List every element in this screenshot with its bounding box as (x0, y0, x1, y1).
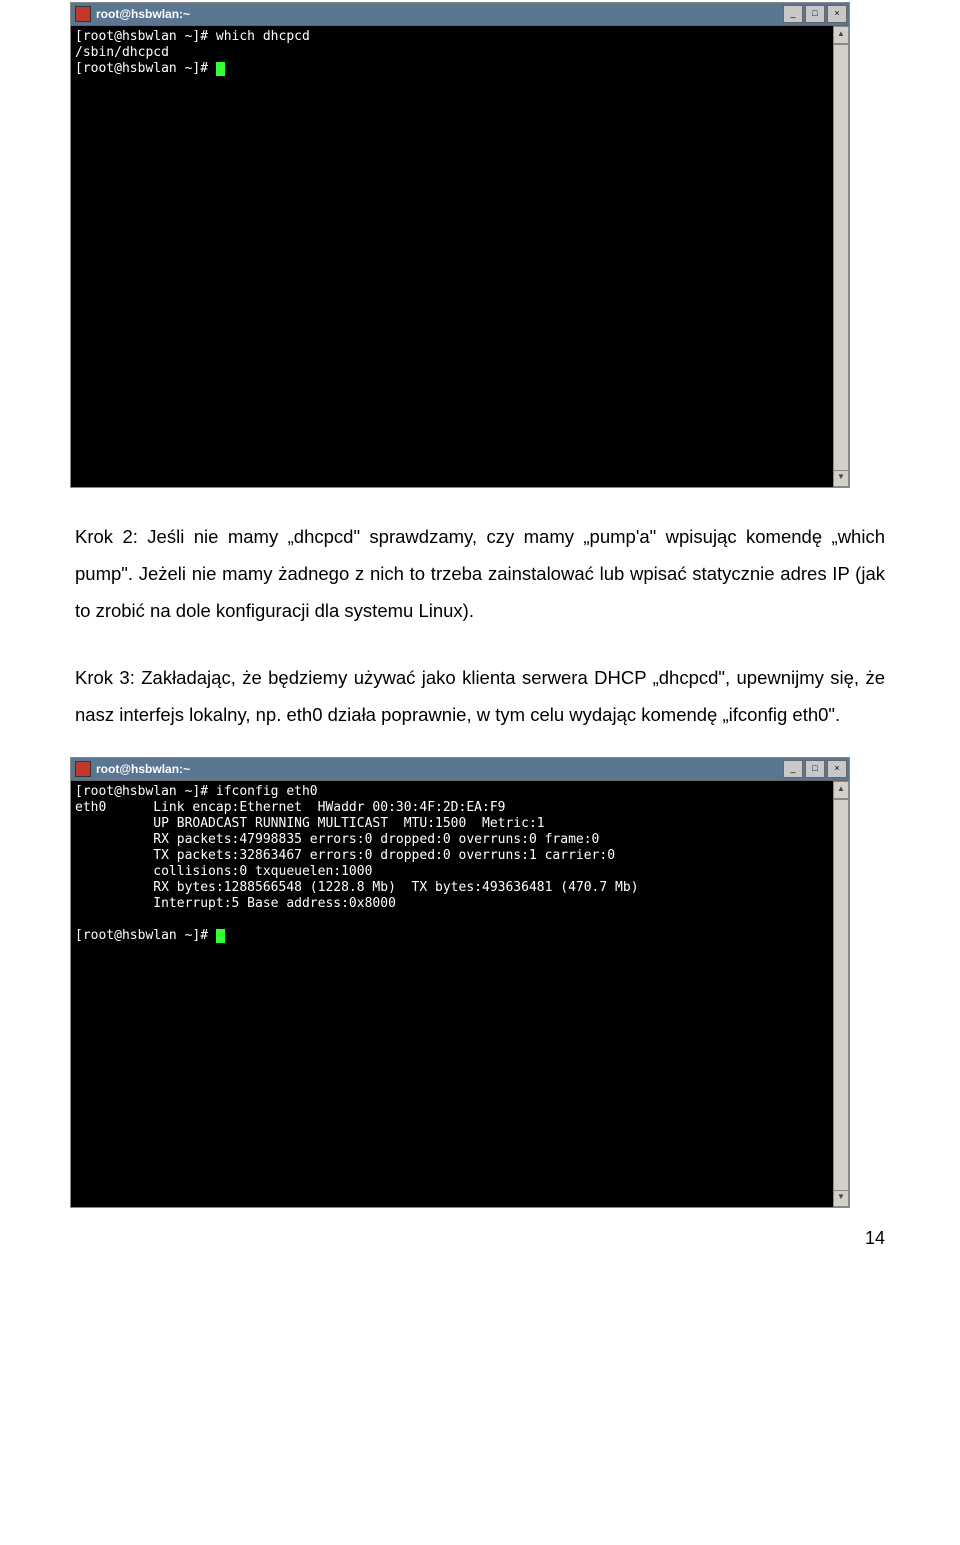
terminal-line: [root@hsbwlan ~]# (75, 61, 216, 76)
maximize-button[interactable]: □ (805, 5, 825, 23)
scrollbar[interactable]: ▲ ▼ (833, 26, 849, 487)
paragraph-step-2: Krok 2: Jeśli nie mamy „dhcpcd" sprawdza… (75, 518, 885, 629)
document-page: root@hsbwlan:~ _ □ × [root@hsbwlan ~]# w… (0, 2, 960, 1249)
terminal-line: RX bytes:1288566548 (1228.8 Mb) TX bytes… (75, 880, 639, 895)
minimize-button[interactable]: _ (783, 5, 803, 23)
terminal-line: [root@hsbwlan ~]# ifconfig eth0 (75, 784, 318, 799)
app-icon (75, 761, 91, 777)
scroll-down-icon[interactable]: ▼ (833, 1189, 849, 1207)
terminal-line: Interrupt:5 Base address:0x8000 (75, 896, 396, 911)
scrollbar[interactable]: ▲ ▼ (833, 781, 849, 1207)
terminal-line: TX packets:32863467 errors:0 dropped:0 o… (75, 848, 615, 863)
terminal-window-1: root@hsbwlan:~ _ □ × [root@hsbwlan ~]# w… (70, 2, 850, 488)
titlebar: root@hsbwlan:~ _ □ × (71, 3, 849, 26)
scroll-track[interactable] (833, 799, 849, 1189)
terminal-output[interactable]: [root@hsbwlan ~]# which dhcpcd /sbin/dhc… (71, 26, 833, 487)
terminal-line: [root@hsbwlan ~]# which dhcpcd (75, 29, 310, 44)
close-button[interactable]: × (827, 5, 847, 23)
terminal-line: RX packets:47998835 errors:0 dropped:0 o… (75, 832, 599, 847)
paragraph-step-3: Krok 3: Zakładając, że będziemy używać j… (75, 659, 885, 733)
terminal-body: [root@hsbwlan ~]# ifconfig eth0 eth0 Lin… (71, 781, 849, 1207)
app-icon (75, 6, 91, 22)
cursor-icon (216, 62, 225, 76)
scroll-track[interactable] (833, 44, 849, 469)
scroll-thumb[interactable] (833, 44, 849, 471)
titlebar: root@hsbwlan:~ _ □ × (71, 758, 849, 781)
terminal-output[interactable]: [root@hsbwlan ~]# ifconfig eth0 eth0 Lin… (71, 781, 833, 1207)
scroll-up-icon[interactable]: ▲ (833, 781, 849, 799)
titlebar-left: root@hsbwlan:~ (75, 6, 190, 22)
terminal-body: [root@hsbwlan ~]# which dhcpcd /sbin/dhc… (71, 26, 849, 487)
scroll-down-icon[interactable]: ▼ (833, 469, 849, 487)
terminal-line: UP BROADCAST RUNNING MULTICAST MTU:1500 … (75, 816, 545, 831)
maximize-button[interactable]: □ (805, 760, 825, 778)
cursor-icon (216, 929, 225, 943)
page-number: 14 (0, 1228, 885, 1249)
window-title: root@hsbwlan:~ (96, 7, 190, 21)
window-title: root@hsbwlan:~ (96, 762, 190, 776)
minimize-button[interactable]: _ (783, 760, 803, 778)
close-button[interactable]: × (827, 760, 847, 778)
titlebar-left: root@hsbwlan:~ (75, 761, 190, 777)
terminal-line: /sbin/dhcpcd (75, 45, 169, 60)
scroll-up-icon[interactable]: ▲ (833, 26, 849, 44)
window-controls: _ □ × (783, 760, 847, 778)
terminal-line: collisions:0 txqueuelen:1000 (75, 864, 372, 879)
terminal-window-2: root@hsbwlan:~ _ □ × [root@hsbwlan ~]# i… (70, 757, 850, 1208)
window-controls: _ □ × (783, 5, 847, 23)
terminal-line: eth0 Link encap:Ethernet HWaddr 00:30:4F… (75, 800, 505, 815)
terminal-line: [root@hsbwlan ~]# (75, 928, 216, 943)
scroll-thumb[interactable] (833, 799, 849, 1191)
